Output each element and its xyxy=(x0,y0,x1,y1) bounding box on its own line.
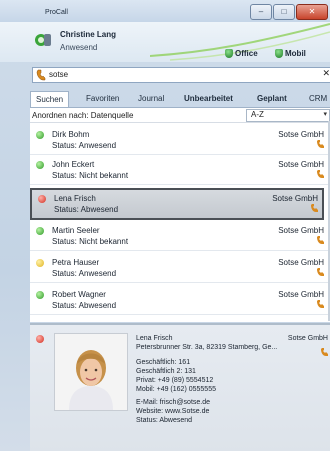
detail-website[interactable]: Website: www.Sotse.de xyxy=(136,408,209,415)
contact-status: Status: Anwesend xyxy=(52,141,117,150)
contact-row[interactable]: Dirk Bohm Status: Anwesend Sotse GmbH xyxy=(30,126,328,155)
status-green-icon xyxy=(36,291,44,299)
phone-icon[interactable] xyxy=(317,140,324,148)
title-bar: ProCall – □ ✕ xyxy=(0,0,330,22)
window-controls: – □ ✕ xyxy=(250,4,328,20)
contact-row[interactable]: Martin Seeler Status: Nicht bekannt Sots… xyxy=(30,222,328,251)
location-office-label: Office xyxy=(235,49,258,58)
phone-location-icon xyxy=(225,49,233,58)
contact-row[interactable]: Robert Wagner Status: Abwesend Sotse Gmb… xyxy=(30,286,328,315)
phone-icon[interactable] xyxy=(317,300,324,308)
sort-label: Anordnen nach: Datenquelle xyxy=(32,111,134,120)
status-green-icon xyxy=(36,161,44,169)
tab-crm[interactable]: CRM xyxy=(309,91,327,106)
contact-company: Sotse GmbH xyxy=(278,258,324,267)
detail-private[interactable]: Privat: +49 (89) 5554512 xyxy=(136,377,213,384)
tab-geplant[interactable]: Geplant xyxy=(257,91,287,106)
contact-company: Sotse GmbH xyxy=(278,290,324,299)
user-header: Christine Lang Anwesend Office Mobil xyxy=(0,22,330,62)
detail-name: Lena Frisch xyxy=(136,335,173,342)
detail-business1[interactable]: Geschäftlich: 161 xyxy=(136,359,190,366)
status-red-icon xyxy=(36,335,44,343)
phone-search-icon xyxy=(36,69,46,81)
sort-dropdown[interactable]: A-Z ▾ xyxy=(246,109,330,122)
phone-icon[interactable] xyxy=(317,268,324,276)
phone-icon[interactable] xyxy=(311,204,318,212)
contact-status: Status: Anwesend xyxy=(52,269,117,278)
contact-row[interactable]: Petra Hauser Status: Anwesend Sotse GmbH xyxy=(30,254,328,283)
tab-suchen[interactable]: Suchen xyxy=(30,91,70,108)
location-mobil-label: Mobil xyxy=(285,49,306,58)
detail-address: Petersbrunner Str. 3a, 82319 Stamberg, G… xyxy=(136,344,278,351)
tab-bar: Suchen Favoriten Journal Unbearbeitet Ge… xyxy=(30,91,330,108)
contact-company: Sotse GmbH xyxy=(278,130,324,139)
phone-icon[interactable] xyxy=(317,236,324,244)
contact-list-panel: Anordnen nach: Datenquelle A-Z ▾ Dirk Bo… xyxy=(30,107,330,322)
maximize-button[interactable]: □ xyxy=(273,4,295,20)
contact-name: Robert Wagner xyxy=(52,290,106,299)
tab-unbearbeitet[interactable]: Unbearbeitet xyxy=(184,91,233,106)
contact-name: Dirk Bohm xyxy=(52,130,90,139)
search-value: sotse xyxy=(49,70,69,79)
phone-icon[interactable] xyxy=(321,348,328,356)
contact-status: Status: Nicht bekannt xyxy=(52,237,129,246)
contact-name: John Eckert xyxy=(52,160,95,169)
contact-row[interactable]: John Eckert Status: Nicht bekannt Sotse … xyxy=(30,156,328,185)
procall-window: ProCall – □ ✕ Christine Lang Anwesend Of… xyxy=(0,0,330,451)
status-red-icon xyxy=(38,195,46,203)
contact-status: Status: Abwesend xyxy=(54,205,119,214)
contact-company: Sotse GmbH xyxy=(278,226,324,235)
status-green-icon xyxy=(36,227,44,235)
phone-location-icon xyxy=(275,49,283,58)
status-yellow-icon xyxy=(36,259,44,267)
user-name: Christine Lang xyxy=(60,30,117,39)
contact-row-selected[interactable]: Lena Frisch Status: Abwesend Sotse GmbH xyxy=(30,188,324,220)
location-office[interactable]: Office xyxy=(225,49,258,58)
phone-icon[interactable] xyxy=(317,170,324,178)
detail-status: Status: Abwesend xyxy=(136,417,193,424)
chevron-down-icon: ▾ xyxy=(323,111,327,118)
sort-bar: Anordnen nach: Datenquelle A-Z ▾ xyxy=(30,108,330,123)
detail-mobile[interactable]: Mobil: +49 (162) 0555555 xyxy=(136,386,216,393)
tab-favoriten[interactable]: Favoriten xyxy=(86,91,119,106)
contact-name: Martin Seeler xyxy=(52,226,100,235)
contact-company: Sotse GmbH xyxy=(272,194,318,203)
detail-email[interactable]: E-Mail: frisch@sotse.de xyxy=(136,399,210,406)
close-button[interactable]: ✕ xyxy=(296,4,328,20)
contact-photo xyxy=(54,333,128,411)
user-presence-icon[interactable] xyxy=(33,30,53,50)
contact-name: Lena Frisch xyxy=(54,194,96,203)
tab-journal[interactable]: Journal xyxy=(138,91,164,106)
contact-company: Sotse GmbH xyxy=(278,160,324,169)
contact-status: Status: Nicht bekannt xyxy=(52,171,129,180)
clear-search-button[interactable]: ✕ xyxy=(322,68,330,79)
search-input[interactable]: sotse ✕ xyxy=(32,67,330,83)
user-status[interactable]: Anwesend xyxy=(60,43,97,52)
status-green-icon xyxy=(36,131,44,139)
contact-status: Status: Abwesend xyxy=(52,301,117,310)
sort-value: A-Z xyxy=(251,110,264,119)
app-title: ProCall xyxy=(45,9,68,16)
detail-company: Sotse GmbH xyxy=(287,335,328,342)
contact-name: Petra Hauser xyxy=(52,258,100,267)
detail-business2[interactable]: Geschäftlich 2: 131 xyxy=(136,368,196,375)
minimize-button[interactable]: – xyxy=(250,4,272,20)
location-mobil[interactable]: Mobil xyxy=(275,49,306,58)
contact-detail-panel: Lena Frisch Sotse GmbH Petersbrunner Str… xyxy=(30,323,330,451)
